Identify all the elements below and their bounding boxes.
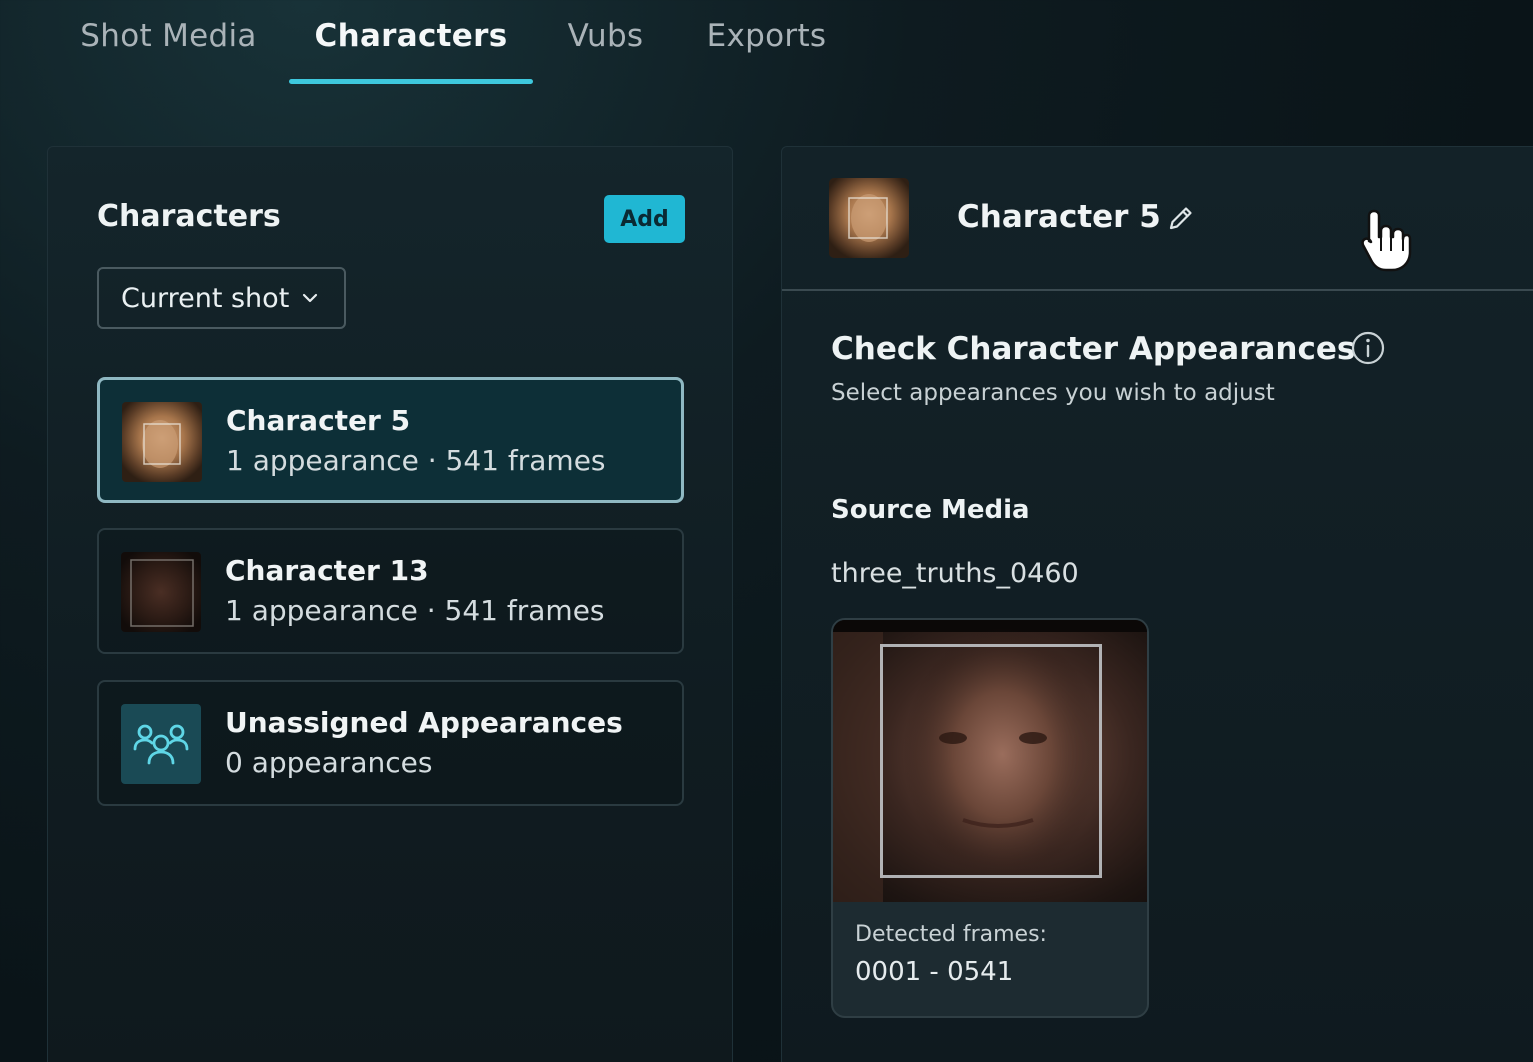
character-detail-panel: Character 5 Check Character Appearances …	[781, 146, 1533, 1062]
character-name: Character 5	[226, 404, 411, 437]
check-appearances-subtitle: Select appearances you wish to adjust	[831, 380, 1275, 406]
tab-bar: Shot Media Characters Vubs Exports	[0, 0, 1533, 84]
character-meta: 0 appearances	[225, 746, 433, 779]
characters-panel: Characters Add Current shot Character 5 …	[47, 146, 733, 1062]
hand-pointer-icon	[1361, 209, 1412, 272]
group-users-icon	[121, 704, 201, 784]
tab-label: Exports	[706, 18, 827, 54]
tab-characters[interactable]: Characters	[289, 18, 533, 84]
character-item-unassigned[interactable]: Unassigned Appearances 0 appearances	[97, 680, 684, 806]
character-meta: 1 appearance · 541 frames	[225, 594, 605, 627]
character-name: Character 13	[225, 554, 429, 587]
character-item-character-5[interactable]: Character 5 1 appearance · 541 frames	[97, 377, 684, 503]
appearance-card[interactable]: Detected frames: 0001 - 0541	[831, 618, 1149, 1018]
character-title: Character 5	[957, 199, 1161, 235]
tab-label: Characters	[314, 18, 508, 54]
tab-exports[interactable]: Exports	[706, 18, 827, 84]
shot-filter-dropdown[interactable]: Current shot	[97, 267, 346, 329]
detected-frames-label: Detected frames:	[855, 922, 1047, 947]
characters-panel-title: Characters	[97, 199, 281, 234]
tab-vubs[interactable]: Vubs	[565, 18, 646, 84]
shot-filter-value: Current shot	[121, 282, 290, 314]
character-detail-header: Character 5	[782, 147, 1533, 291]
tab-label: Shot Media	[80, 18, 257, 54]
detected-frames-range: 0001 - 0541	[855, 957, 1014, 987]
character-meta: 1 appearance · 541 frames	[226, 444, 606, 477]
tab-label: Vubs	[567, 18, 644, 54]
source-media-title: Source Media	[831, 495, 1030, 525]
check-appearances-title: Check Character Appearances	[831, 331, 1356, 367]
active-tab-indicator	[289, 79, 533, 84]
appearance-frame-image	[833, 620, 1147, 902]
chevron-down-icon	[303, 293, 318, 303]
add-character-button[interactable]: Add	[604, 195, 685, 243]
avatar	[829, 178, 909, 258]
character-name: Unassigned Appearances	[225, 706, 623, 739]
source-media-name: three_truths_0460	[831, 558, 1079, 589]
character-item-character-13[interactable]: Character 13 1 appearance · 541 frames	[97, 528, 684, 654]
character-thumbnail	[122, 402, 202, 482]
tab-shot-media[interactable]: Shot Media	[80, 18, 257, 84]
face-bounding-box	[880, 644, 1102, 878]
pencil-icon[interactable]	[1166, 203, 1196, 233]
info-icon[interactable]	[1350, 330, 1386, 366]
character-thumbnail	[121, 552, 201, 632]
